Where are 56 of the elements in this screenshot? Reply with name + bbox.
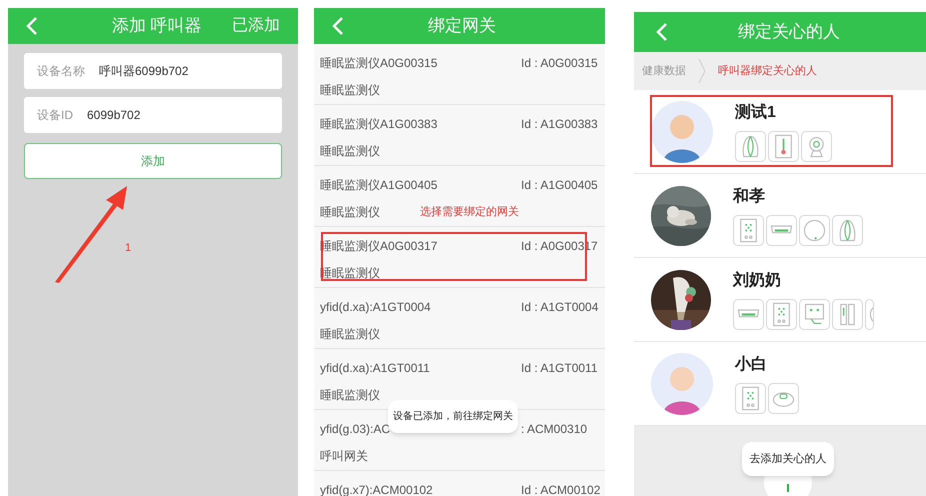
screen-title: 绑定网关	[428, 15, 496, 38]
text-field[interactable]: 设备名称 呼叫器6099b702	[24, 53, 282, 89]
annotation-number: 1	[125, 241, 132, 256]
person-name: 和孝	[733, 186, 766, 207]
person-name: 测试1	[735, 102, 777, 123]
person-name: 小白	[735, 354, 768, 375]
gateway-name: 睡眠监测仪A0G00315	[320, 55, 438, 72]
gateway-name: 睡眠监测仪A1G00405	[320, 177, 438, 194]
thermometer-icon	[768, 131, 799, 162]
sensor-bar-icon	[766, 215, 797, 246]
gateway-row[interactable]: 睡眠监测仪A1G00383 Id : A1G00383 睡眠监测仪	[314, 105, 605, 166]
gateway-id: Id : A0G00315	[521, 55, 599, 72]
person-name: 刘奶奶	[733, 270, 782, 291]
gateway-type: 睡眠监测仪	[320, 205, 380, 219]
breadcrumb-item[interactable]: 呼叫器绑定关心的人	[718, 62, 817, 80]
webcam-icon	[801, 131, 832, 162]
screen-title: 绑定关心的人	[738, 21, 840, 44]
sensor-bar-icon	[733, 299, 764, 330]
gateway-type: 呼叫网关	[320, 449, 368, 463]
gateway-id: Id : ACM00102	[521, 482, 599, 496]
gateway-id: Id : A1GT0011	[521, 360, 598, 377]
gateway-id: Id : A1G00405	[521, 177, 599, 194]
back-icon[interactable]	[26, 16, 38, 36]
gateway-id: Id : A1G00383	[521, 116, 599, 133]
puck-icon	[768, 383, 799, 414]
gateway-row[interactable]: yfid(d.xa):A1GT0004 Id : A1GT0004 睡眠监测仪	[314, 288, 605, 349]
gateway-id: Id : A1GT0004	[521, 299, 599, 316]
gateway-name: yfid(d.xa):A1GT0004	[320, 299, 432, 316]
dotted-panel-icon	[733, 215, 764, 246]
text-field[interactable]: 设备ID 6099b702	[24, 97, 282, 133]
switch-icon	[832, 299, 863, 330]
gateway-type: 睡眠监测仪	[320, 83, 380, 97]
round-device-icon	[865, 299, 874, 330]
round-device-icon	[799, 215, 830, 246]
toast: 设备已添加，前往绑定网关	[388, 400, 518, 433]
gateway-type: 睡眠监测仪	[320, 327, 380, 341]
dotted-panel-icon	[766, 299, 797, 330]
shell-icon	[832, 215, 863, 246]
screen-title: 添加 呼叫器	[112, 15, 202, 38]
annotation-note: 选择需要绑定的网关	[420, 204, 519, 220]
chevron-icon	[698, 58, 706, 84]
toast: 去添加关心的人	[742, 442, 834, 476]
gateway-name: yfid(d.xa):A1GT0011	[320, 360, 431, 377]
gateway-name: 睡眠监测仪A1G00383	[320, 116, 438, 133]
back-icon[interactable]	[656, 22, 668, 42]
person-row[interactable]: 小白	[634, 342, 926, 426]
dotted-panel-icon	[735, 383, 766, 414]
person-row[interactable]: 刘奶奶	[634, 258, 926, 342]
shell-icon	[735, 131, 766, 162]
gateway-type: 睡眠监测仪	[320, 144, 380, 158]
gateway-id: : ACM00310	[521, 421, 588, 438]
back-icon[interactable]	[332, 16, 344, 36]
gateway-type: 睡眠监测仪	[320, 388, 380, 402]
gateway-row[interactable]: 睡眠监测仪A0G00315 Id : A0G00315 睡眠监测仪	[314, 44, 605, 105]
wall-panel-icon	[799, 299, 830, 330]
person-row[interactable]: 和孝	[634, 174, 926, 258]
